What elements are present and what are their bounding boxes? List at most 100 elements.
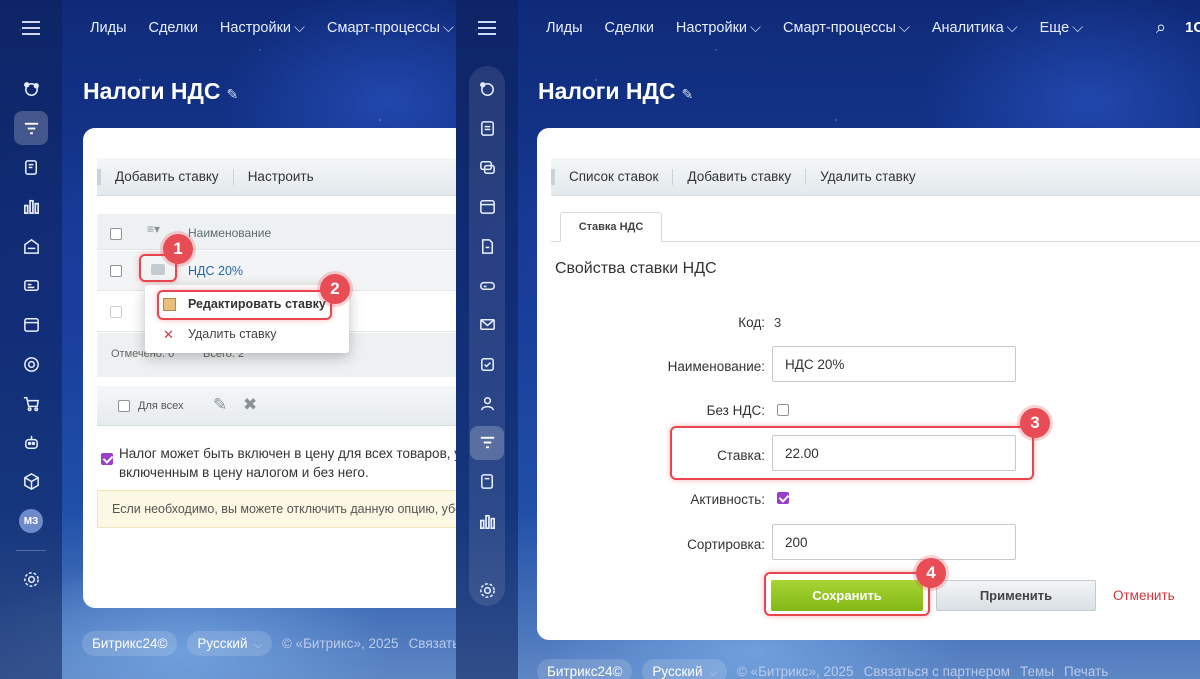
- filter-funnel-icon[interactable]: [470, 425, 504, 460]
- callout-save-button: [764, 572, 930, 616]
- users-icon[interactable]: [470, 386, 504, 420]
- pin-icon[interactable]: ✎: [226, 86, 238, 102]
- warehouse-icon[interactable]: [14, 229, 48, 263]
- table-header: ≡▾ Наименование: [97, 214, 456, 250]
- tax-included-checkbox[interactable]: [101, 453, 113, 465]
- row-checkbox[interactable]: [110, 306, 122, 318]
- step-badge-4: 4: [916, 558, 946, 588]
- chevron-down-icon: ⌵: [1072, 20, 1084, 36]
- apply-button[interactable]: Применить: [936, 580, 1096, 611]
- name-label: Наименование:: [667, 359, 765, 374]
- box-icon[interactable]: [14, 465, 48, 499]
- document-icon[interactable]: [470, 111, 504, 145]
- right-content-card: Список ставок Добавить ставку Удалить ст…: [537, 128, 1200, 640]
- delete-page-icon: ✕: [163, 327, 174, 342]
- callout-rate-field: [670, 426, 1034, 480]
- id-card-icon[interactable]: [14, 268, 48, 302]
- pencil-icon[interactable]: ✎: [213, 395, 227, 415]
- nav-leads[interactable]: Лиды: [90, 20, 127, 36]
- document-edit-icon[interactable]: [14, 151, 48, 185]
- brand-link[interactable]: Битрикс24©: [82, 630, 178, 656]
- copyright-text: © «Битрикс», 2025: [281, 635, 399, 651]
- no-vat-checkbox[interactable]: [777, 404, 789, 416]
- analytics-bars-icon[interactable]: [14, 190, 48, 224]
- language-select[interactable]: Русский ⌵: [642, 658, 727, 679]
- add-rate-button[interactable]: Добавить ставку: [97, 168, 233, 185]
- print-link[interactable]: Печать: [1064, 664, 1108, 679]
- menu-burger-icon[interactable]: [456, 0, 518, 56]
- nav-more[interactable]: Еще ⌵: [1040, 20, 1084, 36]
- tax-note: Налог может быть включен в цену для всех…: [119, 446, 456, 480]
- left-top-nav: Лиды Сделки Настройки ⌵ Смарт-процессы ⌵: [62, 0, 456, 56]
- row-name-link[interactable]: НДС 20%: [188, 264, 243, 278]
- step-badge-1: 1: [163, 234, 193, 264]
- cancel-link[interactable]: Отменить: [1113, 588, 1175, 603]
- nav-deals[interactable]: Сделки: [605, 20, 654, 36]
- crm-icon[interactable]: [470, 72, 504, 106]
- right-top-nav: Лиды Сделки Настройки ⌵ Смарт-процессы ⌵ А…: [518, 0, 1200, 56]
- column-name-header[interactable]: Наименование: [188, 226, 271, 240]
- crm-icon[interactable]: [14, 72, 48, 106]
- sort-label: Сортировка:: [687, 537, 765, 552]
- brand-link[interactable]: Битрикс24©: [537, 658, 633, 679]
- nav-smart-processes[interactable]: Смарт-процессы ⌵: [783, 20, 910, 36]
- nav-settings[interactable]: Настройки ⌵: [676, 20, 761, 36]
- right-footer: Битрикс24© Русский ⌵ © «Битрикс», 2025 С…: [537, 657, 1108, 679]
- left-footer: Битрикс24© Русский ⌵ © «Битрикс», 2025 С…: [82, 627, 456, 659]
- filter-funnel-icon[interactable]: [14, 111, 48, 146]
- delete-rate-menu-item[interactable]: Удалить ставку: [188, 327, 276, 341]
- nav-analytics[interactable]: Аналитика ⌵: [932, 20, 1018, 36]
- delete-x-icon[interactable]: ✖: [243, 395, 257, 415]
- calendar-icon[interactable]: [470, 190, 504, 224]
- chevron-down-icon: ⌵: [1006, 20, 1018, 36]
- column-settings-icon[interactable]: ≡▾: [147, 222, 160, 236]
- mail-icon[interactable]: [470, 308, 504, 342]
- active-checkbox[interactable]: [777, 492, 789, 504]
- menu-burger-icon[interactable]: [0, 0, 62, 56]
- code-value: 3: [774, 315, 782, 330]
- nav-smart-processes[interactable]: Смарт-процессы ⌵: [327, 20, 454, 36]
- name-input[interactable]: НДС 20%: [772, 346, 1016, 382]
- drive-icon[interactable]: [470, 268, 504, 302]
- nav-deals[interactable]: Сделки: [149, 20, 198, 36]
- step-badge-3: 3: [1020, 408, 1050, 438]
- nav-settings[interactable]: Настройки ⌵: [220, 20, 305, 36]
- copyright-text: © «Битрикс», 2025: [736, 663, 854, 679]
- chat-icon[interactable]: [470, 151, 504, 185]
- cut-nav-item[interactable]: 1С: [1185, 19, 1200, 36]
- row-checkbox[interactable]: [110, 265, 122, 277]
- analytics-bars-icon[interactable]: [470, 504, 504, 538]
- file-icon[interactable]: [470, 229, 504, 263]
- task-check-icon[interactable]: [470, 347, 504, 381]
- select-all-checkbox[interactable]: [110, 228, 122, 240]
- language-select[interactable]: Русский ⌵: [187, 630, 272, 656]
- contact-link[interactable]: Связаться: [409, 636, 456, 651]
- right-screenshot-panel: Лиды Сделки Настройки ⌵ Смарт-процессы ⌵ А…: [456, 0, 1200, 679]
- info-banner: Если необходимо, вы можете отключить дан…: [97, 490, 456, 528]
- calendar-icon[interactable]: [14, 308, 48, 342]
- right-sidebar: [456, 0, 518, 679]
- group-action-bar: Для всех ✎ ✖: [97, 386, 456, 426]
- search-icon[interactable]: ⌕: [1156, 17, 1166, 38]
- robot-icon[interactable]: [14, 426, 48, 460]
- configure-button[interactable]: Настроить: [232, 168, 328, 185]
- gear-icon[interactable]: [470, 574, 504, 608]
- partner-contact-link[interactable]: Связаться с партнером: [864, 664, 1010, 679]
- pin-icon[interactable]: ✎: [681, 86, 693, 102]
- gear-icon[interactable]: [14, 563, 48, 597]
- nav-leads[interactable]: Лиды: [546, 20, 583, 36]
- user-avatar-icon[interactable]: МЗ: [14, 504, 48, 538]
- sort-input[interactable]: 200: [772, 524, 1016, 560]
- cart-icon[interactable]: [14, 386, 48, 420]
- document-edit-icon[interactable]: [470, 465, 504, 499]
- target-icon[interactable]: [14, 347, 48, 381]
- active-label: Активность:: [690, 492, 765, 507]
- left-content-card: Добавить ставку Настроить ≡▾ Наименовани…: [83, 128, 456, 608]
- chevron-down-icon: ⌵: [750, 20, 762, 36]
- delete-rate-button[interactable]: Удалить ставку: [805, 168, 930, 185]
- left-sidebar: МЗ: [0, 0, 62, 679]
- for-all-checkbox[interactable]: [118, 400, 130, 412]
- themes-link[interactable]: Темы: [1020, 664, 1054, 679]
- no-vat-label: Без НДС:: [706, 403, 765, 418]
- callout-edit-rate: [157, 290, 332, 320]
